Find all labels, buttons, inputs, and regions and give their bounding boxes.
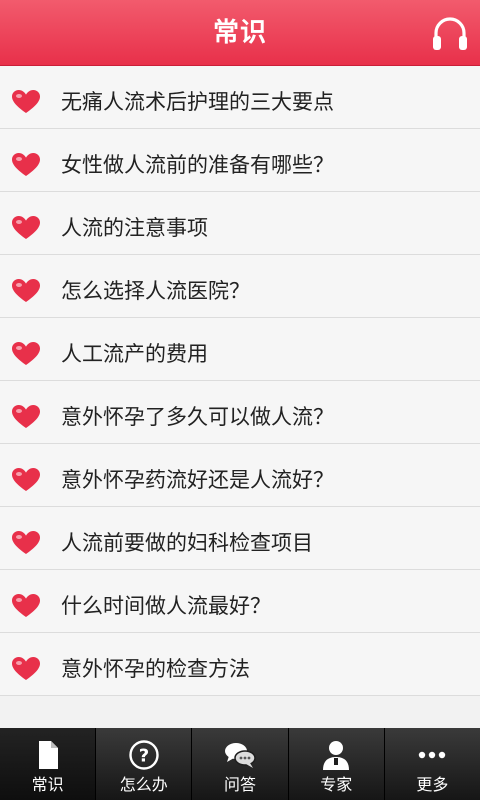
tab-wenda[interactable]: 问答 — [192, 728, 289, 800]
question-icon: ? — [129, 740, 159, 770]
tab-label: 常识 — [31, 775, 64, 794]
document-icon — [38, 741, 58, 769]
list-item[interactable]: 无痛人流术后护理的三大要点 — [0, 66, 480, 129]
tab-zhuanjia[interactable]: 专家 — [288, 728, 385, 800]
heart-icon — [12, 153, 40, 176]
tab-label: 更多 — [416, 775, 449, 794]
heart-icon — [12, 342, 40, 365]
list-item[interactable]: 女性做人流前的准备有哪些？ — [0, 129, 480, 192]
list-item-label: 意外怀孕的检查方法 — [61, 657, 250, 681]
heart-icon — [12, 657, 40, 680]
list-item[interactable]: 意外怀孕的检查方法 — [0, 633, 480, 696]
app-screen: 常识 无痛人流术后护理的三大要点 女性做人流前的准备有哪些？ 人流的注意事项 怎… — [0, 0, 480, 800]
list-item[interactable]: 人流前要做的妇科检查项目 — [0, 507, 480, 570]
title-bar: 常识 — [0, 0, 480, 66]
tab-label: 怎么办 — [119, 775, 168, 794]
tab-zenmeban[interactable]: ? 怎么办 — [96, 728, 193, 800]
heart-icon — [12, 531, 40, 554]
list-item[interactable]: 意外怀孕药流好还是人流好？ — [0, 444, 480, 507]
chat-icon — [225, 743, 256, 768]
tab-label: 问答 — [224, 775, 257, 794]
page-title: 常识 — [212, 18, 267, 48]
list-item-label: 什么时间做人流最好？ — [61, 594, 271, 618]
heart-icon — [12, 279, 40, 302]
list-item[interactable]: 什么时间做人流最好？ — [0, 570, 480, 633]
bottom-tab-bar: 常识 ? 怎么办 问答 专家 更多 — [0, 728, 480, 800]
doctor-icon — [323, 741, 350, 770]
heart-icon — [12, 468, 40, 491]
list-item-label: 女性做人流前的准备有哪些？ — [61, 153, 334, 177]
list-item-label: 意外怀孕药流好还是人流好？ — [61, 468, 334, 492]
heart-icon — [12, 216, 40, 239]
list-item[interactable]: 人工流产的费用 — [0, 318, 480, 381]
headphones-icon[interactable] — [430, 14, 470, 54]
list-item[interactable]: 意外怀孕了多久可以做人流？ — [0, 381, 480, 444]
list-item-label: 意外怀孕了多久可以做人流？ — [61, 405, 334, 429]
heart-icon — [12, 594, 40, 617]
article-list: 无痛人流术后护理的三大要点 女性做人流前的准备有哪些？ 人流的注意事项 怎么选择… — [0, 66, 480, 728]
list-item-label: 人流前要做的妇科检查项目 — [61, 531, 313, 555]
list-item-label: 人工流产的费用 — [61, 342, 208, 366]
list-item[interactable]: 怎么选择人流医院？ — [0, 255, 480, 318]
list-item-label: 怎么选择人流医院？ — [61, 279, 250, 303]
more-icon — [419, 751, 446, 759]
tab-gengduo[interactable]: 更多 — [384, 728, 480, 800]
list-item[interactable]: 人流的注意事项 — [0, 192, 480, 255]
svg-text:?: ? — [139, 746, 149, 767]
heart-icon — [12, 405, 40, 428]
heart-icon — [12, 90, 40, 113]
list-item-label: 无痛人流术后护理的三大要点 — [61, 90, 334, 114]
tab-changshi[interactable]: 常识 — [0, 728, 97, 800]
tab-label: 专家 — [320, 775, 353, 794]
list-item-label: 人流的注意事项 — [61, 216, 208, 240]
